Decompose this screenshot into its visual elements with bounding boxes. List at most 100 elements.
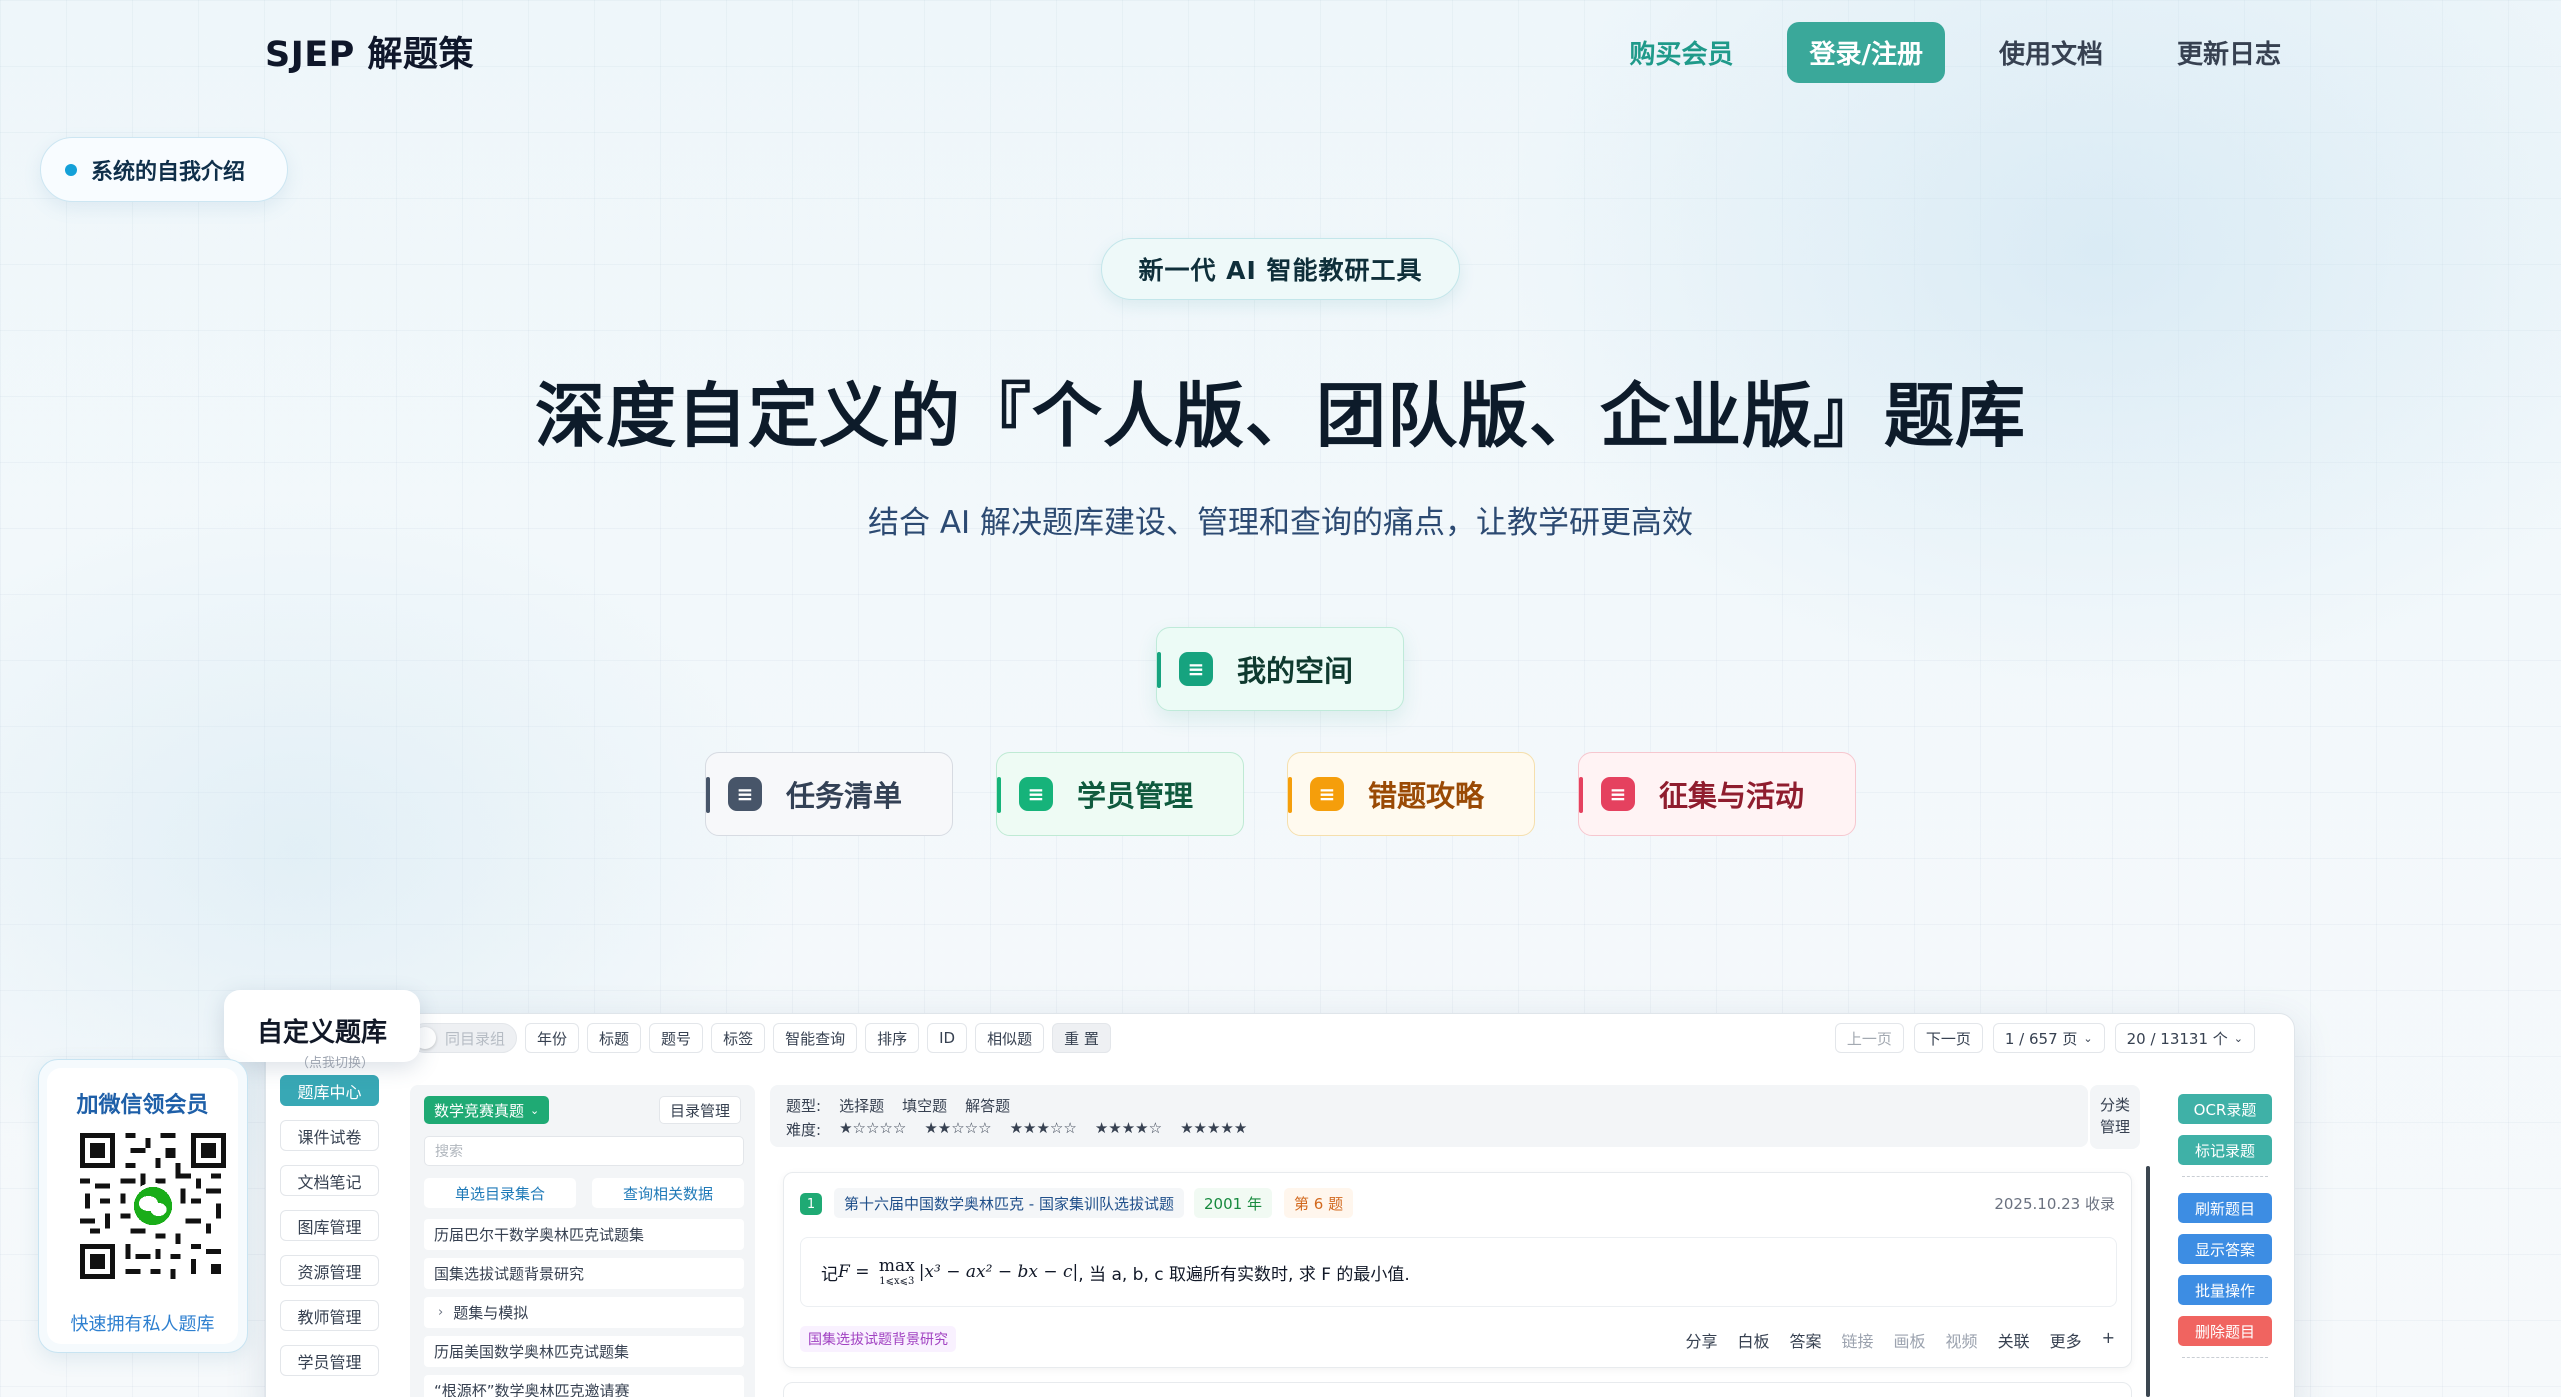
filter-type-choice[interactable]: 选择题 [839, 1095, 884, 1116]
feature-student-management[interactable]: ≡ 学员管理 [996, 752, 1244, 836]
feature-my-space[interactable]: ≡ 我的空间 [1156, 627, 1404, 711]
feature-label: 任务清单 [786, 779, 903, 813]
feature-mistake-guide[interactable]: ≡ 错题攻略 [1287, 752, 1535, 836]
brand-logo[interactable]: SJEP 解题策 [265, 26, 474, 77]
feature-collect-activities[interactable]: ≡ 征集与活动 [1578, 752, 1856, 836]
login-register-button[interactable]: 登录/注册 [1787, 22, 1945, 83]
formula-max: max 1⩽x⩽3 [879, 1257, 915, 1287]
directory-item[interactable]: 国集选拔试题背景研究 [424, 1258, 744, 1289]
wechat-caption[interactable]: 快速拥有私人题库 [47, 1310, 238, 1336]
preview-sidebar: 题库中心 课件试卷 文档笔记 图库管理 资源管理 教师管理 学员管理 [265, 1075, 381, 1390]
nav-docs[interactable]: 使用文档 [1979, 22, 2123, 83]
add-icon[interactable]: + [2102, 1328, 2115, 1352]
question-body: 记 F = max 1⩽x⩽3 |x³ − ax² − bx − c| , 当 … [800, 1237, 2117, 1307]
directory-select[interactable]: 数学竞赛真题 ⌄ [424, 1096, 550, 1124]
sidebar-item-gallery[interactable]: 图库管理 [280, 1210, 379, 1241]
classify-label-top: 分类 [2099, 1096, 2130, 1114]
sidebar-item-students[interactable]: 学员管理 [280, 1345, 379, 1376]
difficulty-1[interactable]: ★☆☆☆☆ [839, 1119, 906, 1140]
directory-item[interactable]: “根源杯”数学奥林匹克邀请赛 [424, 1375, 744, 1397]
toolbar-year[interactable]: 年份 [525, 1023, 580, 1053]
show-answers-button[interactable]: 显示答案 [2178, 1234, 2272, 1264]
sidebar-item-resources[interactable]: 资源管理 [280, 1255, 379, 1286]
feature-accent-bar [1288, 777, 1292, 813]
page-select[interactable]: 1 / 657 页 ⌄ [1992, 1023, 2105, 1053]
feature-label: 征集与活动 [1659, 779, 1805, 813]
sidebar-item-question-bank[interactable]: 题库中心 [280, 1075, 379, 1106]
delete-questions-button[interactable]: 删除题目 [2178, 1316, 2272, 1346]
toolbar-id[interactable]: ID [927, 1023, 968, 1053]
question-card: 1 第十六届中国数学奥林匹克 - 国家集训队选拔试题 2001 年 第 6 题 … [783, 1172, 2132, 1368]
action-whiteboard[interactable]: 白板 [1737, 1328, 1769, 1352]
bullet-dot-icon [65, 163, 77, 176]
next-page-button[interactable]: 下一页 [1913, 1023, 1983, 1053]
question-card-next [783, 1382, 2132, 1397]
directory-select-value: 数学竞赛真题 [434, 1101, 525, 1120]
feature-label: 我的空间 [1237, 654, 1354, 688]
directory-item[interactable]: 历届美国数学奥林匹克试题集 [424, 1336, 744, 1367]
nav-changelog[interactable]: 更新日志 [2157, 22, 2301, 83]
action-more[interactable]: 更多 [2050, 1328, 2082, 1352]
question-list-scrollbar[interactable] [2146, 1166, 2150, 1397]
right-action-column: OCR录题 标记录题 刷新题目 显示答案 批量操作 删除题目 [2178, 1094, 2272, 1374]
filter-type-answer[interactable]: 解答题 [965, 1095, 1010, 1116]
difficulty-5[interactable]: ★★★★★ [1180, 1119, 1247, 1140]
difficulty-4[interactable]: ★★★★☆ [1095, 1119, 1162, 1140]
list-icon: ≡ [728, 777, 762, 811]
classify-manage-button[interactable]: 分类 管理 [2090, 1085, 2140, 1149]
formula-body: |x³ − ax² − bx − c| [918, 1262, 1079, 1282]
action-link[interactable]: 链接 [1842, 1328, 1874, 1352]
toolbar-number[interactable]: 题号 [649, 1023, 704, 1053]
custom-bank-tab-hint: （点我切换） [296, 1056, 375, 1071]
action-relate[interactable]: 关联 [1998, 1328, 2030, 1352]
feature-accent-bar [1157, 652, 1161, 688]
toolbar-tags[interactable]: 标签 [711, 1023, 766, 1053]
sidebar-item-courseware[interactable]: 课件试卷 [280, 1120, 379, 1151]
system-intro-button[interactable]: 系统的自我介绍 [40, 137, 288, 202]
ocr-entry-button[interactable]: OCR录题 [2178, 1094, 2272, 1124]
feature-task-list[interactable]: ≡ 任务清单 [705, 752, 953, 836]
prev-page-button[interactable]: 上一页 [1834, 1023, 1904, 1053]
system-intro-label: 系统的自我介绍 [91, 159, 246, 185]
action-drawing[interactable]: 画板 [1894, 1328, 1926, 1352]
question-source[interactable]: 第十六届中国数学奥林匹克 - 国家集训队选拔试题 [834, 1188, 1184, 1218]
toolbar-sort[interactable]: 排序 [865, 1023, 920, 1053]
difficulty-3[interactable]: ★★★☆☆ [1010, 1119, 1077, 1140]
action-video[interactable]: 视频 [1946, 1328, 1978, 1352]
difficulty-2[interactable]: ★★☆☆☆ [924, 1119, 991, 1140]
feature-accent-bar [1579, 777, 1583, 813]
formula-var: F [838, 1262, 850, 1282]
list-icon: ≡ [1179, 652, 1213, 686]
directory-item[interactable]: 历届巴尔干数学奥林匹克试题集 [424, 1219, 744, 1250]
toolbar-smart-query[interactable]: 智能查询 [773, 1023, 858, 1053]
wechat-card-inner: 加微信领会员 快速拥有私人题库 [47, 1068, 238, 1344]
action-answer[interactable]: 答案 [1790, 1328, 1822, 1352]
directory-item-expandable[interactable]: › 题集与模拟 [424, 1297, 744, 1328]
question-tag[interactable]: 国集选拔试题背景研究 [800, 1326, 956, 1352]
question-text-pre: 记 [821, 1264, 838, 1285]
toolbar-similar[interactable]: 相似题 [975, 1023, 1045, 1053]
sidebar-item-teachers[interactable]: 教师管理 [280, 1300, 379, 1331]
page-size-select[interactable]: 20 / 13131 个 ⌄ [2114, 1023, 2255, 1053]
nav-buy-membership[interactable]: 购买会员 [1609, 22, 1753, 83]
chevron-down-icon: ⌄ [2233, 1031, 2243, 1045]
hero-subtitle: 结合 AI 解决题库建设、管理和查询的痛点，让教学研更高效 [867, 505, 1694, 541]
reset-button[interactable]: 重 置 [1052, 1023, 1111, 1053]
question-actions: 分享 白板 答案 链接 画板 视频 关联 更多 + [1685, 1328, 2115, 1352]
batch-operation-button[interactable]: 批量操作 [2178, 1275, 2272, 1305]
query-related-data-button[interactable]: 查询相关数据 [592, 1178, 744, 1208]
single-select-directory-button[interactable]: 单选目录集合 [424, 1178, 576, 1208]
mark-entry-button[interactable]: 标记录题 [2178, 1135, 2272, 1165]
action-share[interactable]: 分享 [1685, 1328, 1717, 1352]
filter-type-fill[interactable]: 填空题 [902, 1095, 947, 1116]
directory-manage-button[interactable]: 目录管理 [658, 1096, 741, 1124]
sidebar-item-notes[interactable]: 文档笔记 [280, 1165, 379, 1196]
wechat-qr-code-icon[interactable] [80, 1133, 226, 1279]
refresh-questions-button[interactable]: 刷新题目 [2178, 1193, 2272, 1223]
feature-accent-bar [706, 777, 710, 813]
chevron-down-icon: ⌄ [530, 1103, 540, 1117]
directory-search-input[interactable]: 搜索 [424, 1136, 744, 1166]
toolbar-title[interactable]: 标题 [587, 1023, 642, 1053]
question-number: 1 [800, 1193, 822, 1215]
same-directory-toggle[interactable]: 同目录组 [410, 1023, 518, 1053]
